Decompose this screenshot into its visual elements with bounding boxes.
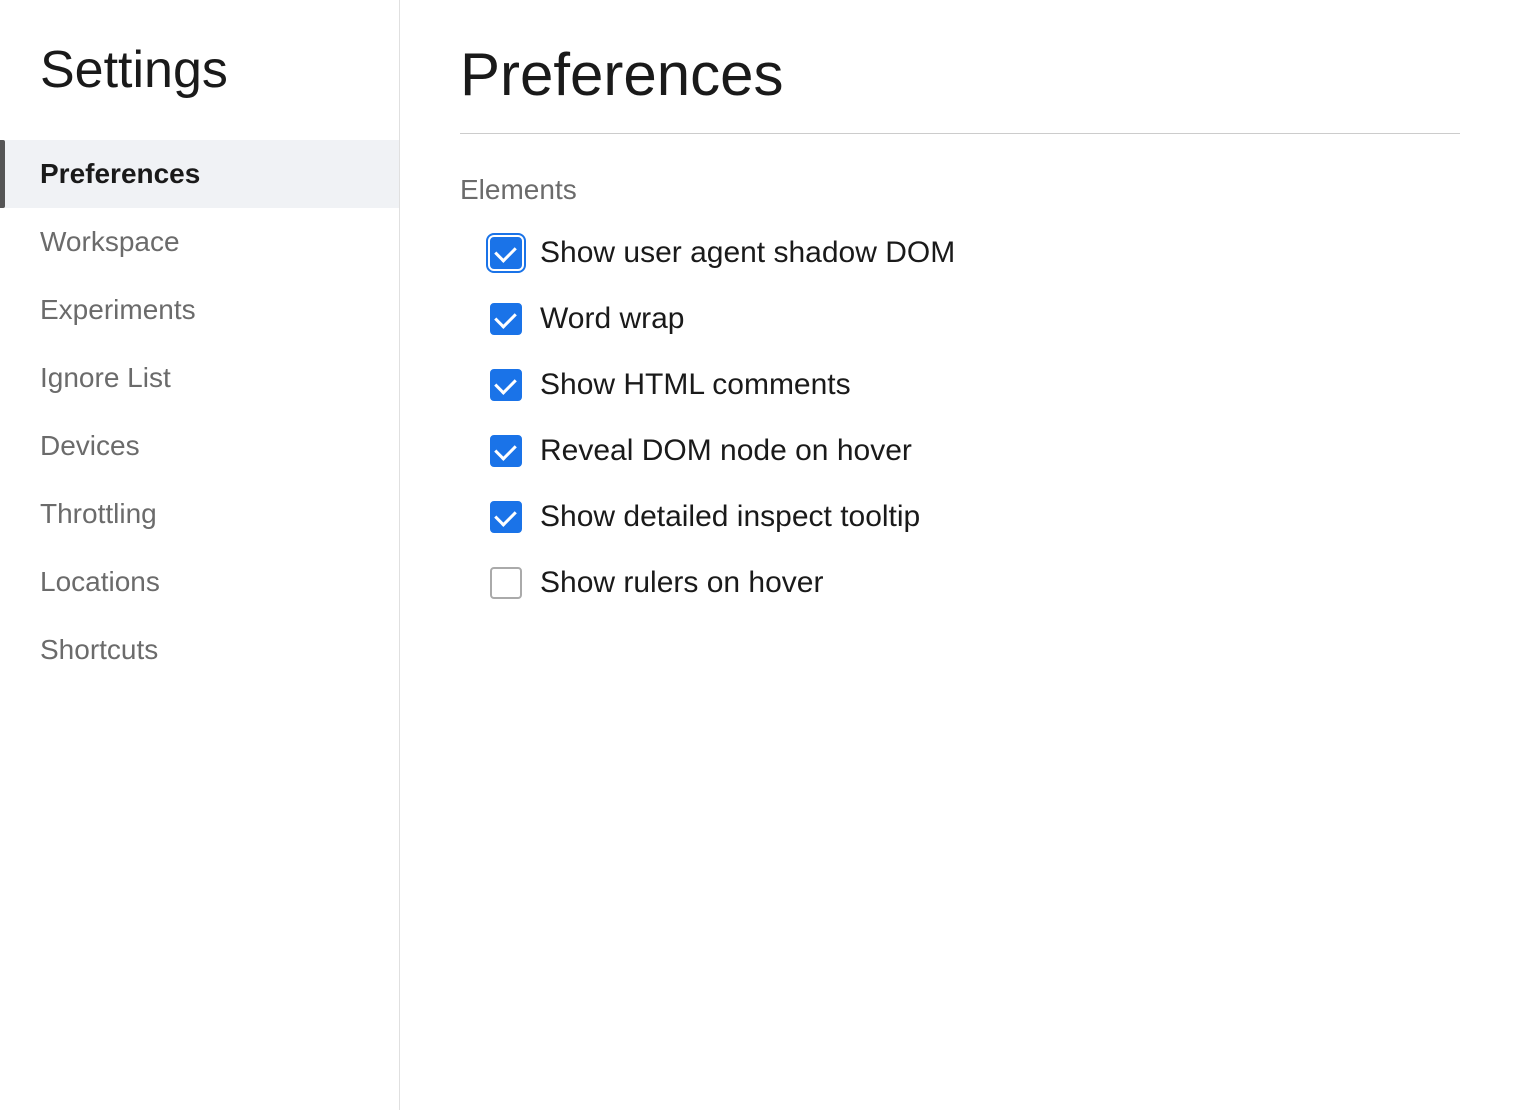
divider [460,133,1460,134]
sidebar-item-workspace[interactable]: Workspace [0,208,399,276]
sidebar-item-shortcuts[interactable]: Shortcuts [0,616,399,684]
checkbox-show-inspect-tooltip[interactable] [490,501,522,533]
checkbox-word-wrap[interactable] [490,303,522,335]
sidebar-item-devices[interactable]: Devices [0,412,399,480]
main-content: Preferences Elements Show user agent shad… [400,0,1520,1110]
checkbox-label-show-rulers-hover: Show rulers on hover [540,566,823,600]
checkbox-reveal-dom-hover[interactable] [490,435,522,467]
sidebar-item-throttling[interactable]: Throttling [0,480,399,548]
checkbox-label-reveal-dom-hover: Reveal DOM node on hover [540,434,912,468]
sidebar-nav: PreferencesWorkspaceExperimentsIgnore Li… [0,140,399,684]
checkbox-item-show-shadow-dom[interactable]: Show user agent shadow DOM [490,236,1460,270]
sidebar-item-locations[interactable]: Locations [0,548,399,616]
sidebar: Settings PreferencesWorkspaceExperiments… [0,0,400,1110]
checkbox-list-elements: Show user agent shadow DOM Word wrap Show … [460,236,1460,600]
checkbox-label-show-shadow-dom: Show user agent shadow DOM [540,236,955,270]
checkbox-item-show-rulers-hover[interactable]: Show rulers on hover [490,566,1460,600]
page-title: Preferences [460,40,1460,109]
checkbox-show-shadow-dom[interactable] [490,237,522,269]
checkbox-show-html-comments[interactable] [490,369,522,401]
sections-container: Elements Show user agent shadow DOM Word w… [460,174,1460,600]
sidebar-item-experiments[interactable]: Experiments [0,276,399,344]
checkbox-item-show-html-comments[interactable]: Show HTML comments [490,368,1460,402]
checkbox-item-word-wrap[interactable]: Word wrap [490,302,1460,336]
sidebar-item-ignore-list[interactable]: Ignore List [0,344,399,412]
section-title-elements: Elements [460,174,1460,206]
checkbox-label-show-html-comments: Show HTML comments [540,368,851,402]
checkbox-label-word-wrap: Word wrap [540,302,685,336]
checkbox-item-show-inspect-tooltip[interactable]: Show detailed inspect tooltip [490,500,1460,534]
checkbox-label-show-inspect-tooltip: Show detailed inspect tooltip [540,500,920,534]
sidebar-item-preferences[interactable]: Preferences [0,140,399,208]
checkbox-item-reveal-dom-hover[interactable]: Reveal DOM node on hover [490,434,1460,468]
checkbox-show-rulers-hover[interactable] [490,567,522,599]
section-elements: Elements Show user agent shadow DOM Word w… [460,174,1460,600]
sidebar-title: Settings [0,40,399,140]
